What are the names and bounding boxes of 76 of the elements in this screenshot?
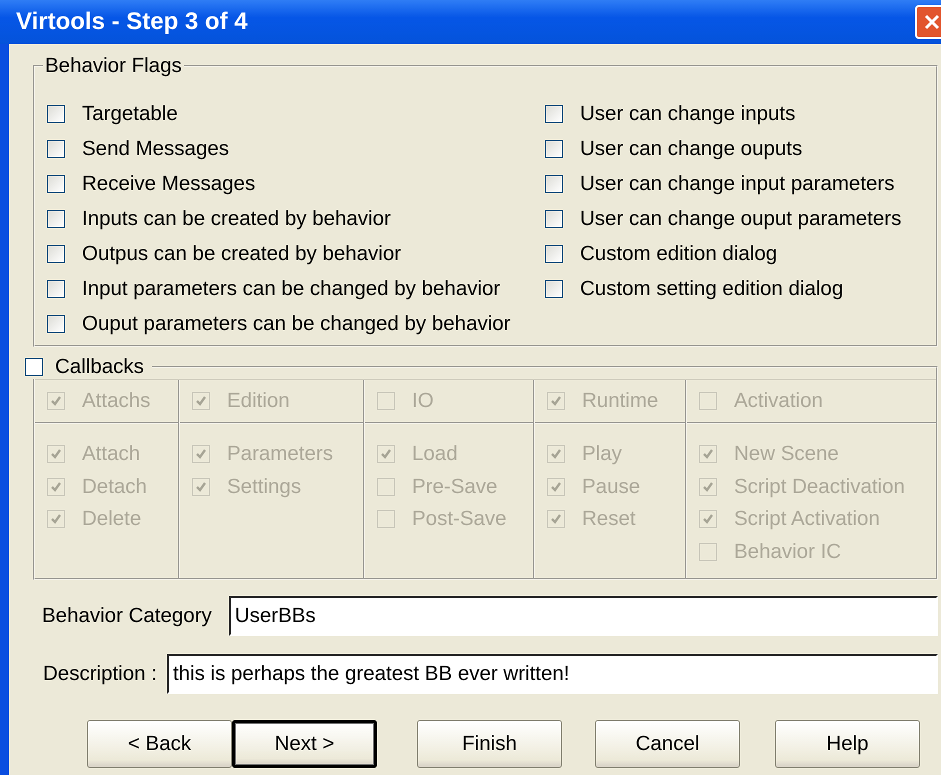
checkbox-label: Settings (227, 474, 302, 499)
checkbox[interactable] (47, 244, 65, 262)
checkbox[interactable] (47, 210, 65, 228)
check-icon (702, 513, 714, 526)
checkbox-label: Receive Messages (82, 172, 256, 196)
checkbox[interactable] (47, 280, 65, 298)
input-field[interactable]: this is perhaps the greatest BB ever written! (166, 654, 938, 694)
checkbox-label: Pause (582, 474, 640, 499)
close-icon (923, 13, 941, 31)
checkbox-label: Targetable (82, 102, 178, 126)
check-icon (380, 448, 392, 460)
checkbox-label: Edition (227, 389, 290, 413)
checkbox-label: Activation (734, 389, 823, 413)
check-icon (195, 395, 207, 407)
close-button[interactable] (915, 5, 941, 39)
check-icon (50, 448, 62, 460)
checkbox[interactable] (545, 174, 563, 192)
check-icon (550, 395, 562, 407)
check-icon (195, 448, 207, 460)
group-title: Behavior Flags (44, 54, 183, 78)
checkbox-label: Post-Save (412, 507, 507, 532)
checkbox-label: Detach (82, 474, 147, 499)
checkbox[interactable] (545, 210, 563, 228)
check-icon (195, 480, 207, 493)
checkbox[interactable] (545, 140, 563, 158)
checkbox-label: Inputs can be created by behavior (82, 206, 391, 230)
checkbox-label: Outpus can be created by behavior (82, 242, 402, 266)
check-icon (550, 448, 562, 460)
checkbox-label: Runtime (582, 389, 658, 413)
checkbox-label: Callbacks (55, 355, 144, 379)
checkbox-label: New Scene (734, 442, 839, 466)
dialog-button[interactable]: Help (775, 720, 920, 768)
check-icon (702, 480, 714, 493)
checkbox-label: Play (582, 442, 622, 466)
checkbox-label: Load (412, 442, 458, 466)
checkbox-label: Ouput parameters can be changed by behavior (82, 312, 510, 336)
dialog-button[interactable]: < Back (87, 720, 232, 768)
dialog-button[interactable]: Cancel (595, 720, 740, 768)
checkbox-label: Input parameters can be changed by behavior (82, 276, 500, 300)
checkbox[interactable] (47, 314, 65, 332)
checkbox[interactable] (47, 174, 65, 192)
window-title: Virtools - Step 3 of 4 (16, 8, 248, 36)
check-icon (550, 513, 562, 526)
checkbox-label: Behavior IC (734, 540, 842, 564)
check-icon (50, 395, 62, 407)
checkbox[interactable] (545, 104, 563, 122)
checkbox-label: Parameters (227, 442, 333, 466)
checkbox-label: Delete (82, 507, 142, 532)
field-label: Behavior Category (42, 604, 212, 628)
checkbox-label: IO (412, 389, 434, 413)
checkbox-label: Pre-Save (412, 474, 498, 499)
check-icon (50, 480, 62, 493)
checkbox-label: Custom edition dialog (580, 242, 778, 266)
checkbox-label: Attach (82, 442, 140, 466)
checkbox[interactable] (25, 358, 43, 376)
checkbox[interactable] (545, 244, 563, 262)
input-field[interactable]: UserBBs (228, 596, 938, 636)
checkbox[interactable] (47, 104, 65, 122)
checkbox-label: Custom setting edition dialog (580, 276, 844, 300)
checkbox-label: Send Messages (82, 136, 230, 160)
check-icon (550, 480, 562, 493)
checkbox-label: User can change ouput parameters (580, 206, 902, 230)
field-label: Description : (43, 662, 157, 686)
checkbox-label: Script Activation (734, 507, 880, 532)
checkbox-label: Reset (582, 507, 636, 532)
check-icon (50, 513, 62, 526)
checkbox-label: Script Deactivation (734, 474, 905, 499)
checkbox-label: Attachs (82, 389, 150, 413)
dialog-button[interactable]: Next > (232, 720, 377, 768)
check-icon (702, 448, 714, 460)
checkbox-label: User can change ouputs (580, 136, 802, 160)
checkbox-label: User can change input parameters (580, 172, 895, 196)
checkbox-label: User can change inputs (580, 102, 796, 126)
checkbox[interactable] (47, 140, 65, 158)
dialog-button[interactable]: Finish (417, 720, 562, 768)
checkbox[interactable] (545, 280, 563, 298)
